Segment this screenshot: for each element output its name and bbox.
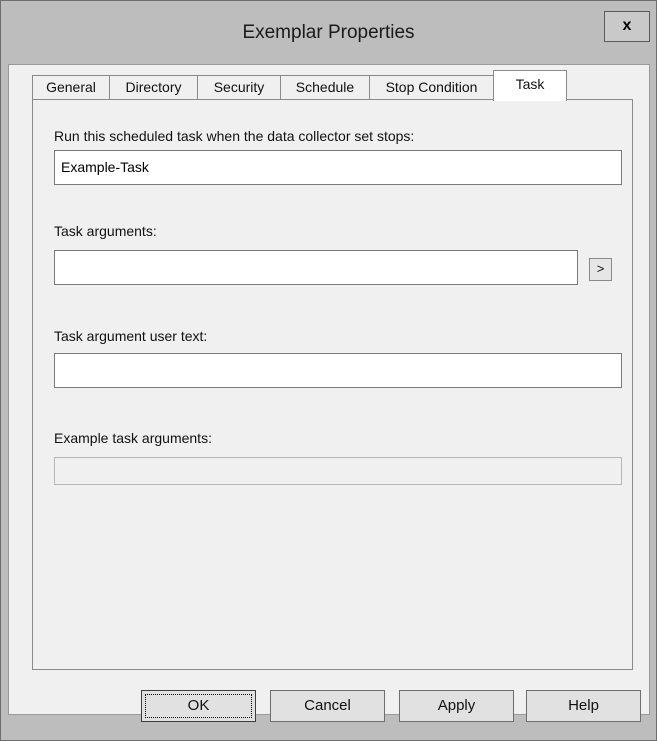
tab-schedule[interactable]: Schedule	[280, 75, 370, 99]
cancel-button[interactable]: Cancel	[270, 690, 385, 722]
user-text-label: Task argument user text:	[54, 328, 208, 344]
run-task-field[interactable]: Example-Task	[54, 150, 622, 185]
title-bar[interactable]: Exemplar Properties x	[1, 1, 656, 64]
close-icon: x	[622, 17, 632, 34]
tab-general[interactable]: General	[32, 75, 110, 99]
task-arguments-label: Task arguments:	[54, 223, 157, 239]
insert-argument-button[interactable]: >	[589, 258, 612, 281]
run-task-label: Run this scheduled task when the data co…	[54, 128, 415, 144]
tab-security[interactable]: Security	[197, 75, 281, 99]
tab-stop-condition[interactable]: Stop Condition	[369, 75, 494, 99]
user-text-field[interactable]	[54, 353, 622, 388]
dialog-title: Exemplar Properties	[242, 22, 415, 43]
ok-button[interactable]: OK	[141, 690, 256, 722]
example-arguments-field	[54, 457, 622, 485]
task-arguments-field[interactable]	[54, 250, 578, 285]
focus-rectangle	[145, 694, 252, 718]
task-tab-panel: Run this scheduled task when the data co…	[32, 99, 633, 670]
dialog-client-area: General Directory Security Schedule Stop…	[8, 64, 650, 722]
close-button[interactable]: x	[604, 11, 650, 42]
tab-directory[interactable]: Directory	[109, 75, 198, 99]
apply-button[interactable]: Apply	[399, 690, 514, 722]
help-button[interactable]: Help	[526, 690, 641, 722]
properties-dialog: Exemplar Properties x General Directory …	[0, 0, 657, 741]
example-arguments-label: Example task arguments:	[54, 430, 212, 446]
tab-task[interactable]: Task	[493, 70, 567, 101]
